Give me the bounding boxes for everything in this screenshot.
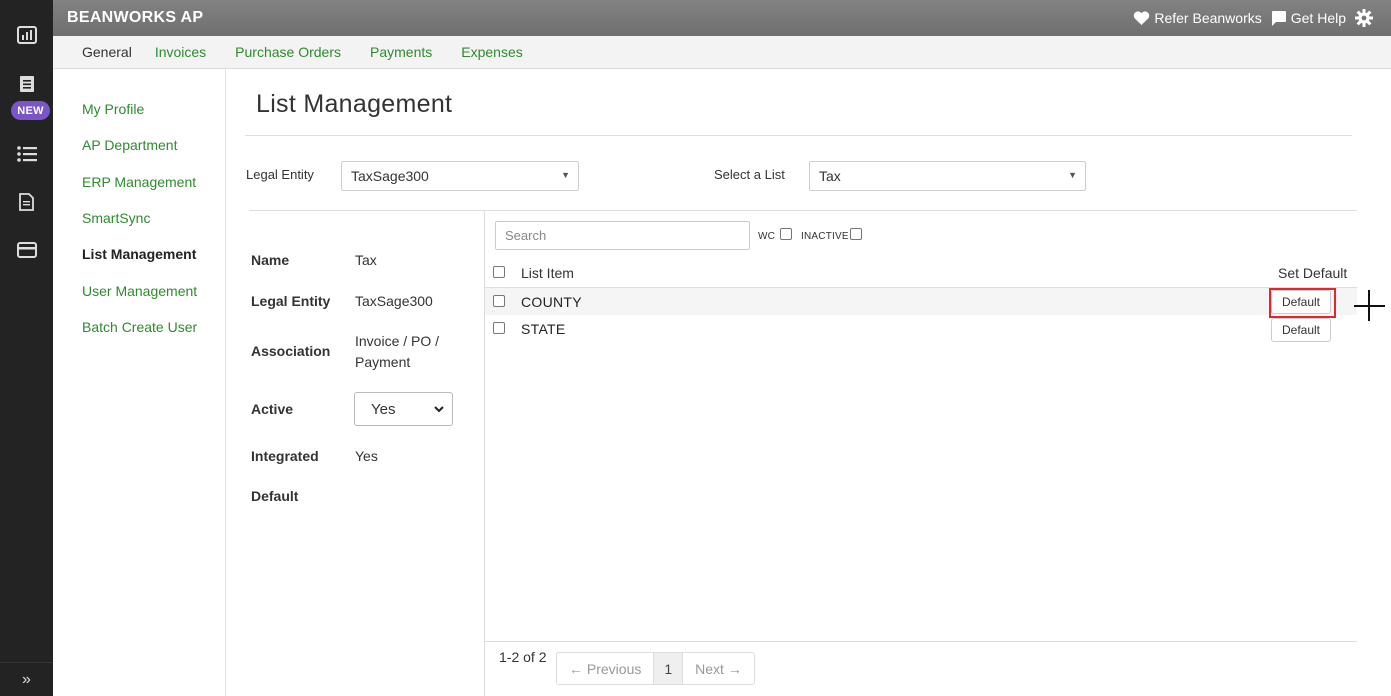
association-label: Association [251,343,331,359]
list-icon[interactable] [0,143,53,165]
sidemenu-item-smartsync[interactable]: SmartSync [82,210,150,226]
select-list-label: Select a List [714,167,785,182]
active-select[interactable]: Yes [354,392,453,426]
previous-page-button[interactable]: ← Previous [557,653,653,684]
divider [485,641,1357,642]
integrated-label: Integrated [251,448,319,464]
refer-beanworks-link[interactable]: Refer Beanworks [1133,10,1262,26]
association-value-line2: Payment [355,354,411,370]
card-icon[interactable] [0,239,53,261]
name-value: Tax [355,252,377,268]
column-header-list-item: List Item [521,265,574,281]
tab-payments[interactable]: Payments [370,44,432,60]
active-value: Yes [371,400,396,418]
association-value-line1: Invoice / PO / [355,333,440,349]
inactive-checkbox[interactable] [850,228,862,240]
tab-purchase-orders[interactable]: Purchase Orders [235,44,341,60]
integrated-value: Yes [355,448,378,464]
pagination: ← Previous 1 Next → [556,652,755,685]
cursor-crosshair [1368,290,1370,321]
sidemenu-item-ap-department[interactable]: AP Department [82,137,177,153]
top-bar: BEANWORKS AP Refer Beanworks Get Help [53,0,1391,36]
set-default-button[interactable]: Default [1271,318,1331,342]
panel-separator [484,211,485,696]
pager-count: 1-2 of 2 [499,649,547,665]
row-checkbox[interactable] [493,322,505,334]
sidemenu-item-list-management[interactable]: List Management [82,246,196,262]
column-header-set-default: Set Default [1278,265,1348,281]
list-item-name: STATE [521,321,566,337]
inactive-label: INACTIVE [801,231,849,242]
legal-entity-value: TaxSage300 [351,168,429,184]
sidemenu-item-my-profile[interactable]: My Profile [82,101,144,117]
chat-icon [1271,10,1286,26]
list-item-name: COUNTY [521,294,582,310]
settings-side-menu: My Profile AP Department ERP Management … [53,69,226,696]
tab-general[interactable]: General [82,44,132,60]
tab-invoices[interactable]: Invoices [155,44,206,60]
table-row: COUNTY [485,287,1357,315]
table-row: STATE [485,315,1357,343]
detail-entity-value: TaxSage300 [355,293,433,309]
expand-rail-button[interactable]: » [0,662,53,696]
wc-label: WC [758,231,776,242]
caret-down-icon: ▼ [1068,170,1077,180]
refer-label: Refer Beanworks [1154,10,1262,26]
new-badge: NEW [11,101,50,120]
page-title: List Management [256,90,453,118]
get-help-label: Get Help [1290,10,1346,26]
heart-icon [1134,10,1150,25]
detail-entity-label: Legal Entity [251,293,331,309]
next-page-button[interactable]: Next → [682,653,754,684]
page-1-button[interactable]: 1 [653,653,683,684]
chevron-down-icon [434,406,444,413]
caret-down-icon: ▼ [561,170,570,180]
tab-expenses[interactable]: Expenses [461,44,522,60]
select-all-checkbox[interactable] [493,266,505,278]
legal-entity-label: Legal Entity [246,167,314,182]
sidemenu-item-erp-management[interactable]: ERP Management [82,174,196,190]
select-list-dropdown[interactable]: Tax ▼ [809,161,1086,191]
sidemenu-item-batch-create-user[interactable]: Batch Create User [82,319,197,335]
settings-tabs: General Invoices Purchase Orders Payment… [53,36,1391,69]
gear-icon[interactable] [1355,9,1377,27]
document-list-icon[interactable] [0,74,53,94]
sidemenu-item-user-management[interactable]: User Management [82,283,197,299]
select-list-value: Tax [819,168,841,184]
get-help-link[interactable]: Get Help [1270,10,1346,27]
search-input[interactable]: Search [495,221,750,250]
highlight-box [1269,288,1336,318]
row-checkbox[interactable] [493,295,505,307]
left-rail: NEW » [0,0,53,696]
dashboard-icon[interactable] [0,24,53,46]
name-label: Name [251,252,290,268]
file-icon[interactable] [0,191,53,213]
legal-entity-select[interactable]: TaxSage300 ▼ [341,161,579,191]
brand-logo[interactable]: BEANWORKS AP [67,9,203,27]
default-label: Default [251,488,299,504]
wc-checkbox[interactable] [780,228,792,240]
active-label: Active [251,401,294,417]
divider [249,210,1357,211]
divider [245,135,1352,136]
